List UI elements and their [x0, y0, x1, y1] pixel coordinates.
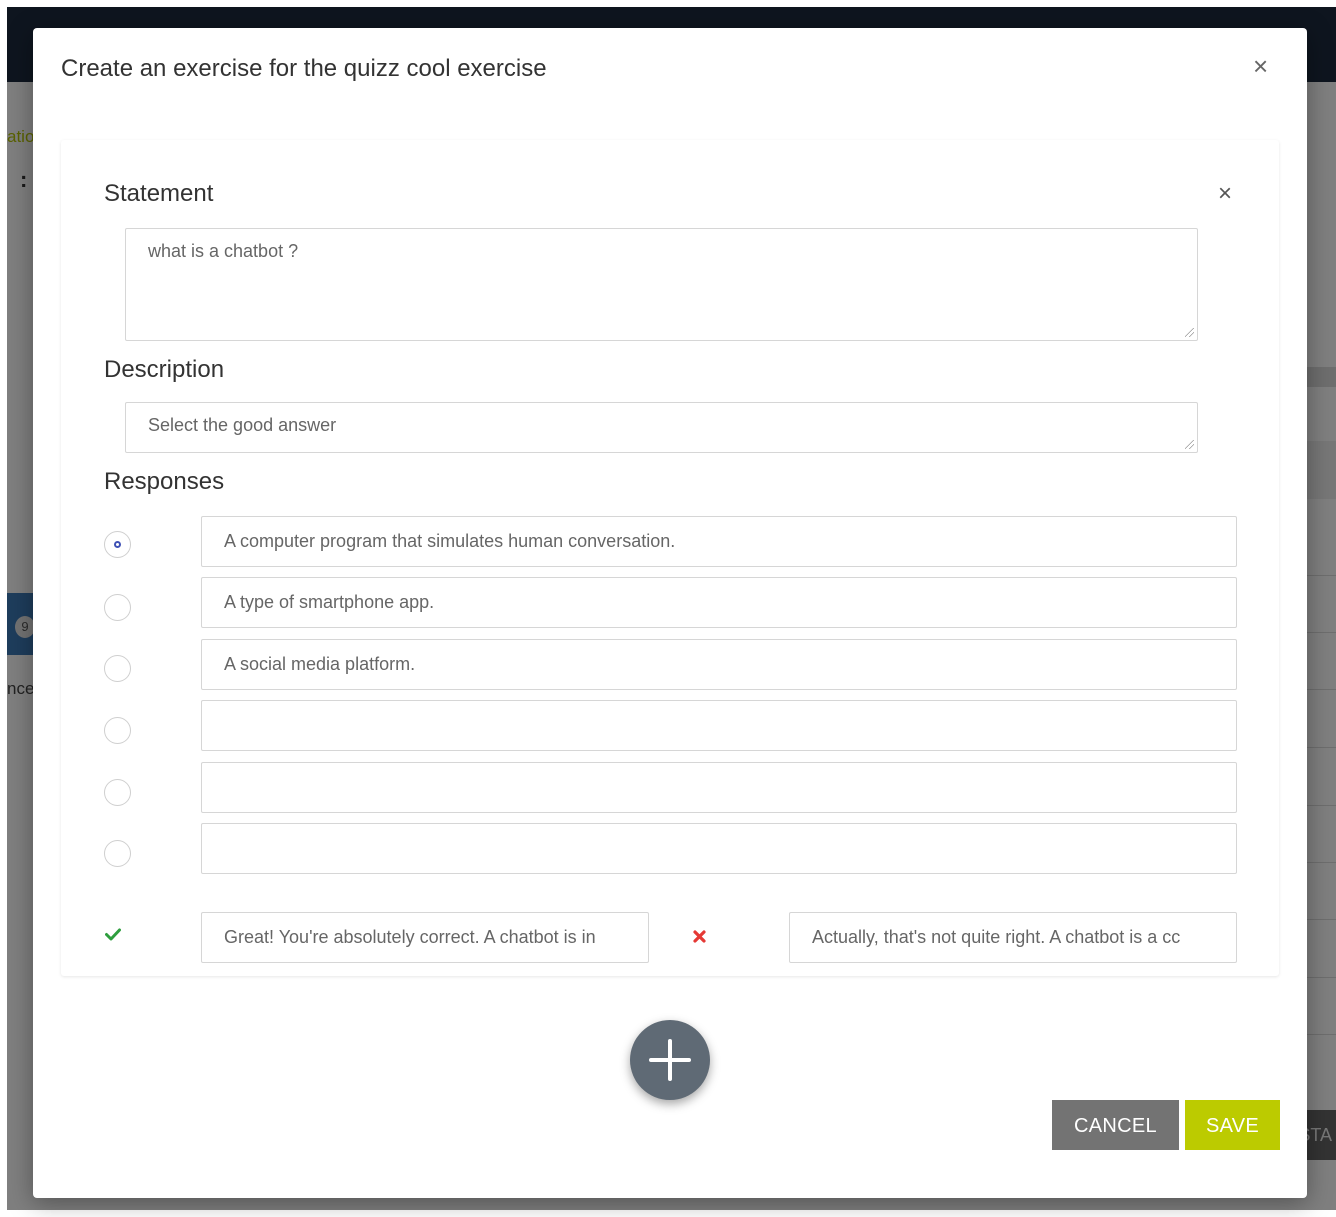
add-exercise-plus-icon[interactable]	[630, 1020, 710, 1100]
response-input-6[interactable]	[201, 823, 1237, 874]
cross-icon	[693, 930, 706, 948]
resize-handle-icon[interactable]	[1185, 440, 1194, 449]
description-textarea[interactable]: Select the good answer	[125, 402, 1198, 453]
modal-close-icon[interactable]: ×	[1253, 53, 1268, 79]
response-radio-6[interactable]	[104, 840, 131, 867]
check-icon	[105, 928, 121, 946]
create-exercise-modal: Create an exercise for the quizz cool ex…	[33, 28, 1307, 1198]
response-radio-2[interactable]	[104, 594, 131, 621]
correct-feedback-input[interactable]: Great! You're absolutely correct. A chat…	[201, 912, 649, 963]
save-button[interactable]: SAVE	[1185, 1100, 1280, 1150]
cancel-button[interactable]: CANCEL	[1052, 1100, 1179, 1150]
response-input-1[interactable]: A computer program that simulates human …	[201, 516, 1237, 567]
statement-textarea[interactable]: what is a chatbot ?	[125, 228, 1198, 341]
response-radio-4[interactable]	[104, 717, 131, 744]
response-radio-3[interactable]	[104, 655, 131, 682]
response-input-2[interactable]: A type of smartphone app.	[201, 577, 1237, 628]
response-radio-5[interactable]	[104, 779, 131, 806]
description-value: Select the good answer	[148, 415, 337, 435]
statement-value: what is a chatbot ?	[148, 241, 299, 261]
remove-exercise-icon[interactable]: ×	[1218, 182, 1232, 206]
response-radio-1[interactable]	[104, 531, 131, 558]
response-input-5[interactable]	[201, 762, 1237, 813]
response-input-4[interactable]	[201, 700, 1237, 751]
wrong-feedback-input[interactable]: Actually, that's not quite right. A chat…	[789, 912, 1237, 963]
exercise-card: × Statement what is a chatbot ? Descript…	[61, 140, 1279, 976]
description-label: Description	[104, 356, 225, 383]
statement-label: Statement	[104, 180, 214, 207]
response-input-3[interactable]: A social media platform.	[201, 639, 1237, 690]
responses-label: Responses	[104, 468, 225, 495]
modal-title: Create an exercise for the quizz cool ex…	[61, 55, 547, 82]
resize-handle-icon[interactable]	[1185, 328, 1194, 337]
